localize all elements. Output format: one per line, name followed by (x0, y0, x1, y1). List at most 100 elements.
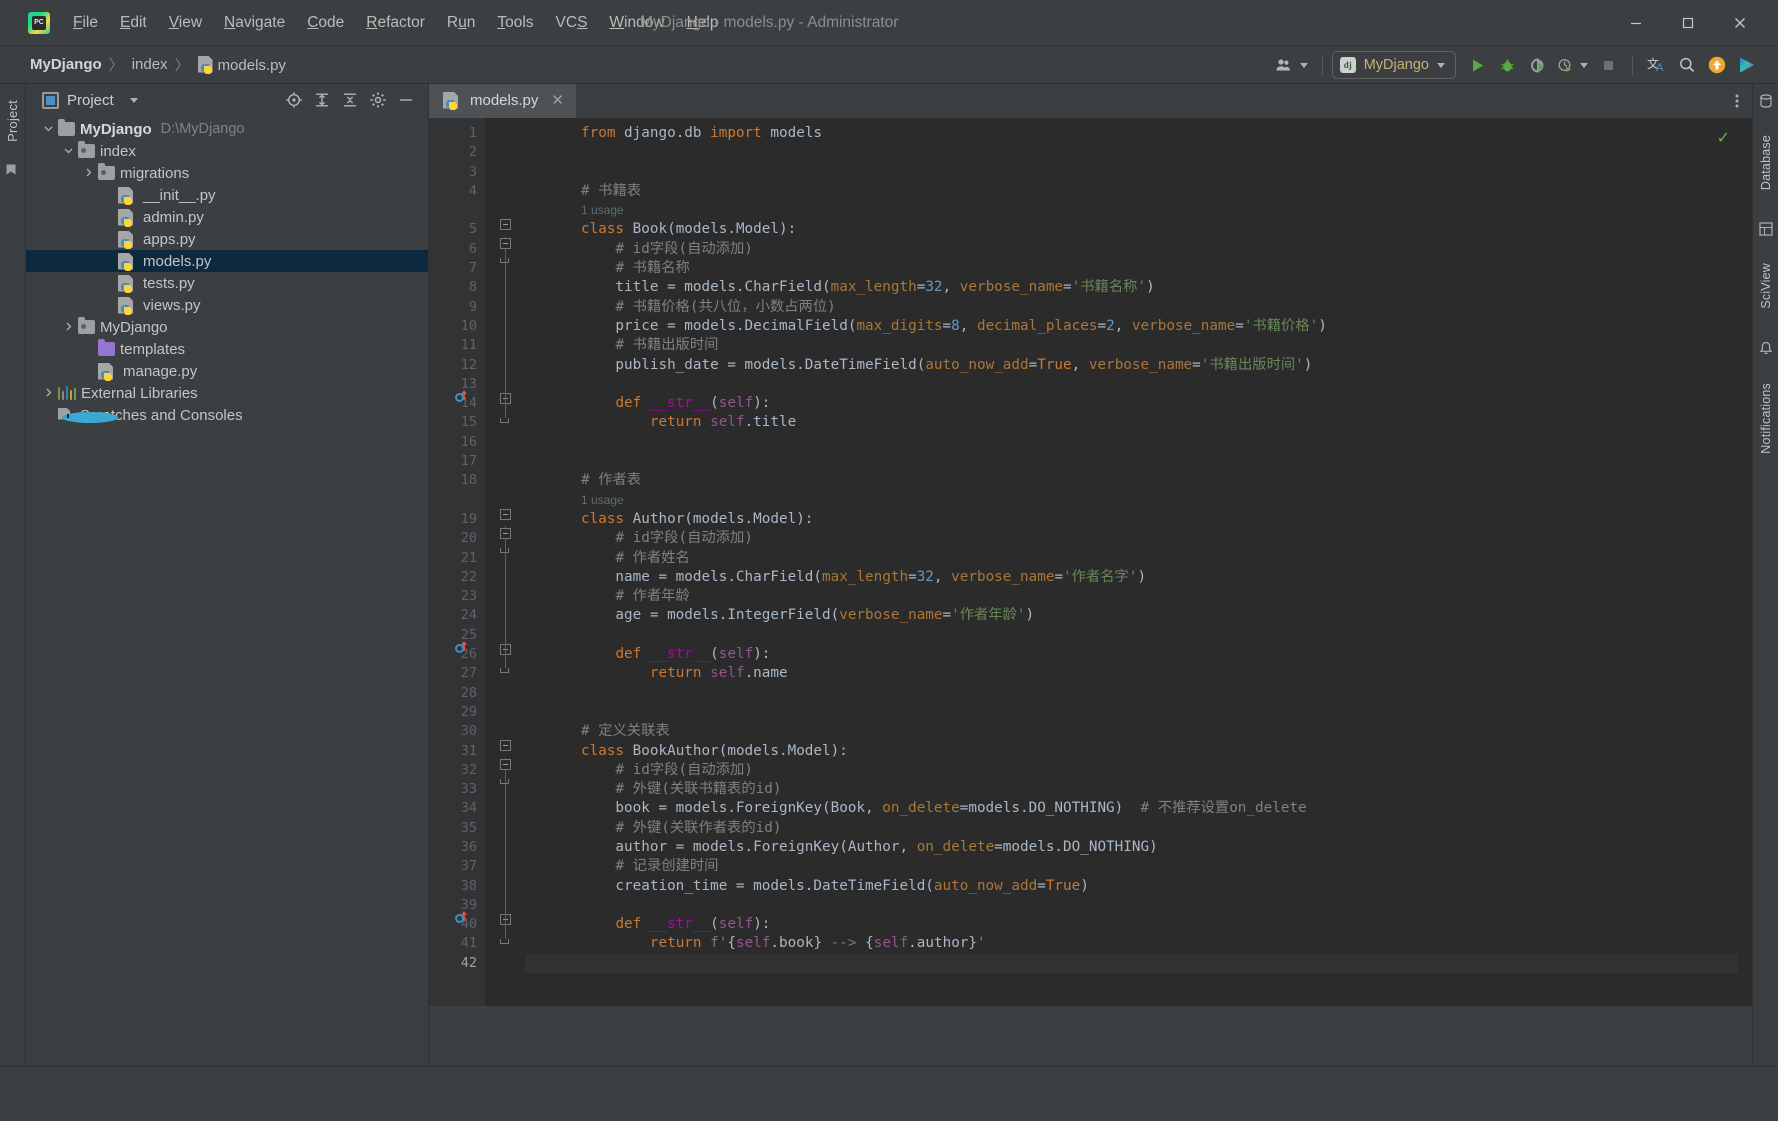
close-button[interactable] (1714, 0, 1766, 46)
project-tree[interactable]: MyDjango D:\MyDjango index migrations __init… (26, 116, 428, 1066)
code-line[interactable]: class Author(models.Model): (525, 510, 1738, 529)
select-opened-file-button[interactable] (280, 87, 308, 113)
breadcrumb-item-mydjango[interactable]: MyDjango (28, 56, 104, 73)
chevron-right-icon[interactable] (38, 385, 58, 402)
stop-button[interactable] (1593, 50, 1623, 80)
override-method-icon[interactable] (455, 641, 469, 656)
code-line[interactable]: author = models.ForeignKey(Author, on_de… (525, 838, 1738, 857)
rail-item-project[interactable]: Project (5, 94, 20, 148)
code-line[interactable]: return self.name (525, 664, 1738, 683)
override-method-icon[interactable] (455, 390, 469, 405)
breadcrumb-item-index[interactable]: index (130, 56, 170, 73)
code-line[interactable]: # 书籍名称 (525, 259, 1738, 278)
code-editor[interactable]: 1234 5 6 7 8 9 10 11 12 13 14 15 16 17 18 19 20 21 22 23 2… (429, 118, 1752, 1006)
fold-marker-slot[interactable] (485, 182, 525, 201)
tree-item-admin-py[interactable]: admin.py (26, 206, 428, 228)
code-line[interactable]: title = models.CharField(max_length=32, … (525, 278, 1738, 297)
fold-end-marker[interactable] (500, 668, 509, 674)
chevron-down-icon[interactable] (58, 143, 78, 160)
run-configuration-selector[interactable]: dj MyDjango (1331, 51, 1456, 79)
code-line[interactable]: # id字段(自动添加) (525, 761, 1738, 780)
translate-button[interactable]: 文 A (1642, 50, 1672, 80)
fold-collapse-icon[interactable] (499, 219, 511, 231)
settings-button[interactable] (364, 87, 392, 113)
code-line[interactable] (525, 703, 1738, 722)
code-line[interactable] (525, 953, 1738, 974)
code-line[interactable] (525, 896, 1738, 915)
code-line[interactable]: return self.title (525, 413, 1738, 432)
code-line[interactable]: # 书籍出版时间 (525, 336, 1738, 355)
rail-item-sciview[interactable]: SciView (1759, 257, 1773, 315)
tree-item-external-libraries[interactable]: External Libraries (26, 382, 428, 404)
fold-marker-slot[interactable] (485, 471, 525, 490)
tree-item-templates[interactable]: templates (26, 338, 428, 360)
tree-item-apps-py[interactable]: apps.py (26, 228, 428, 250)
code-line[interactable] (525, 143, 1738, 162)
menu-item-edit[interactable]: Edit (109, 11, 158, 35)
code-line[interactable]: # 作者姓名 (525, 549, 1738, 568)
inspection-status-icon[interactable]: ✓ (1717, 128, 1730, 148)
fold-marker-slot[interactable] (485, 703, 525, 722)
code-line[interactable]: # 定义关联表 (525, 722, 1738, 741)
usage-hint[interactable]: 1 usage (525, 491, 1738, 510)
code-line[interactable]: return f'{self.book} --> {self.author}' (525, 934, 1738, 953)
code-line[interactable]: # id字段(自动添加) (525, 529, 1738, 548)
chevron-down-icon[interactable] (38, 121, 58, 138)
code-line[interactable]: # 书籍价格(共八位，小数占两位) (525, 298, 1738, 317)
code-line[interactable]: def __str__(self): (525, 915, 1738, 934)
fold-end-marker-inner[interactable] (500, 779, 509, 785)
tree-item-views-py[interactable]: views.py (26, 294, 428, 316)
fold-marker-slot[interactable] (485, 143, 525, 162)
code-line[interactable]: # 作者表 (525, 471, 1738, 490)
code-line[interactable] (525, 375, 1738, 394)
menu-item-tools[interactable]: Tools (486, 11, 544, 35)
tree-item-mydjango[interactable]: MyDjango (26, 316, 428, 338)
code-line[interactable]: name = models.CharField(max_length=32, v… (525, 568, 1738, 587)
expand-all-button[interactable] (308, 87, 336, 113)
run-button[interactable] (1462, 50, 1492, 80)
code-line[interactable]: creation_time = models.DateTimeField(aut… (525, 877, 1738, 896)
fold-collapse-icon-inner[interactable] (499, 527, 511, 539)
menu-item-file[interactable]: File (62, 11, 109, 35)
fold-marker-slot[interactable] (485, 684, 525, 703)
fold-end-marker-inner[interactable] (500, 258, 509, 264)
code-line[interactable]: from django.db import models (525, 124, 1738, 143)
code-line[interactable]: # 外键(关联书籍表的id) (525, 780, 1738, 799)
tree-item-models-py[interactable]: models.py (26, 250, 428, 272)
code-content[interactable]: from django.db import models # 书籍表 1 usag… (525, 118, 1738, 1006)
tab-models-py[interactable]: models.py ✕ (429, 84, 576, 118)
tree-item-migrations[interactable]: migrations (26, 162, 428, 184)
hide-panel-button[interactable] (392, 87, 420, 113)
tree-item-mydjango[interactable]: MyDjango D:\MyDjango (26, 118, 428, 140)
debug-button[interactable] (1492, 50, 1522, 80)
tree-item-index[interactable]: index (26, 140, 428, 162)
code-line[interactable]: def __str__(self): (525, 394, 1738, 413)
close-icon[interactable]: ✕ (551, 91, 564, 109)
fold-collapse-icon-inner[interactable] (499, 238, 511, 250)
fold-marker-slot[interactable] (485, 124, 525, 143)
bookmarks-icon[interactable] (5, 162, 20, 182)
menu-item-code[interactable]: Code (296, 11, 355, 35)
fold-collapse-icon[interactable] (499, 508, 511, 520)
code-line[interactable]: class Book(models.Model): (525, 220, 1738, 239)
tree-item-tests-py[interactable]: tests.py (26, 272, 428, 294)
plugin-button[interactable] (1732, 50, 1762, 80)
rail-item-notifications[interactable]: Notifications (1759, 377, 1773, 460)
code-line[interactable] (525, 684, 1738, 703)
code-line[interactable]: class BookAuthor(models.Model): (525, 742, 1738, 761)
code-line[interactable]: book = models.ForeignKey(Book, on_delete… (525, 799, 1738, 818)
code-line[interactable] (525, 452, 1738, 471)
chevron-right-icon[interactable] (78, 165, 98, 182)
code-line[interactable]: # 作者年龄 (525, 587, 1738, 606)
code-line[interactable]: # 外键(关联作者表的id) (525, 819, 1738, 838)
fold-marker-slot[interactable] (485, 163, 525, 182)
code-line[interactable]: # 书籍表 (525, 182, 1738, 201)
code-line[interactable] (525, 626, 1738, 645)
code-line[interactable]: def __str__(self): (525, 645, 1738, 664)
code-line[interactable]: # id字段(自动添加) (525, 240, 1738, 259)
code-line[interactable]: # 记录创建时间 (525, 857, 1738, 876)
fold-marker-slot[interactable] (485, 452, 525, 471)
chevron-right-icon[interactable] (58, 319, 78, 336)
update-button[interactable] (1702, 50, 1732, 80)
code-line[interactable]: price = models.DecimalField(max_digits=8… (525, 317, 1738, 336)
